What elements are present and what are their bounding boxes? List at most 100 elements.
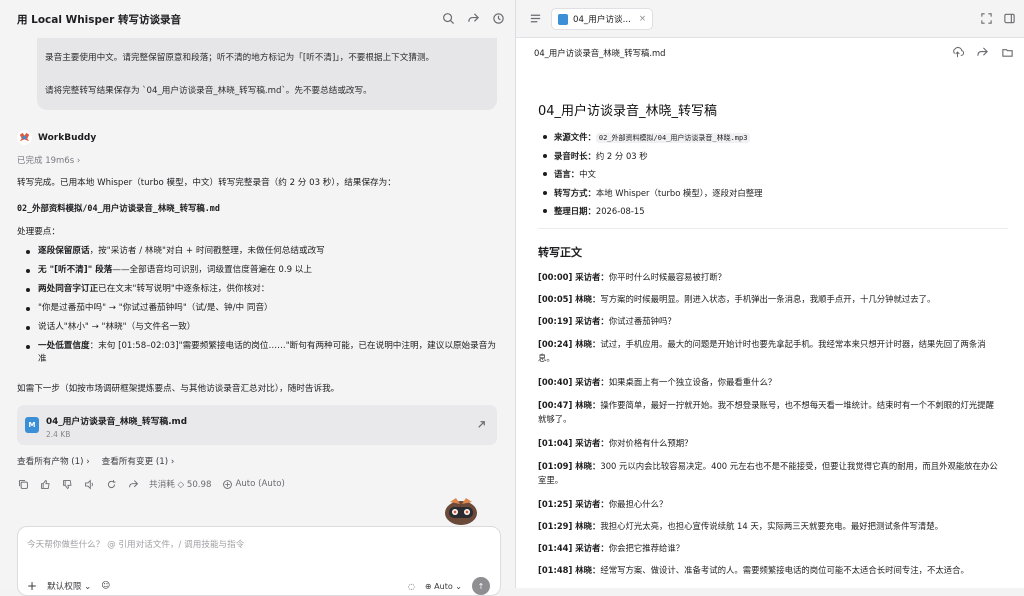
tab-transcript[interactable]: 04_用户访谈... × (551, 8, 654, 30)
user-message: 录音主要使用中文。请完整保留原意和段落；听不清的地方标记为「[听不清]」，不要根… (37, 38, 497, 110)
file-toolbar-actions (951, 46, 1014, 59)
open-external-icon[interactable] (475, 418, 488, 431)
chat-header-actions (442, 12, 505, 25)
saved-file-path: 02_外部资料模拟/04_用户访谈录音_林晓_转写稿.md (17, 203, 220, 213)
speaker: 林晓： (575, 521, 601, 531)
chat-header: 用 Local Whisper 转写访谈录音 (0, 0, 515, 38)
timestamp: [01:29] (538, 521, 576, 531)
points-title: 处理要点： (17, 227, 60, 237)
folder-icon[interactable] (1001, 46, 1014, 59)
divider-line (538, 228, 1008, 229)
view-artifacts-link[interactable]: 查看所有产物 (1) › (17, 455, 90, 467)
meta-value: 02_外部资料模拟/04_用户访谈录音_林晓.mp3 (595, 133, 751, 143)
preview-panel: 04_用户访谈... × 04_用户访谈录音_林晓_转写稿.md 04_用户访谈… (516, 0, 1024, 588)
utterance: 我担心灯光太亮，也担心宣传说续航 14 天，实际两三天就要充电。最好把测试条件写… (600, 521, 943, 531)
utterance: 经常写方案、做设计、准备考试的人。需要频繁接电话的岗位可能不太适合长时间专注，不… (600, 565, 969, 575)
speaker: 林晓： (575, 294, 601, 304)
point-text: ——全部语音均可识别，词级置信度普遍在 0.9 以上 (112, 265, 312, 275)
thumbs-up-icon[interactable] (39, 478, 51, 490)
meta-value: 中文 (579, 169, 596, 179)
meta-item: 转写方式：本地 Whisper（turbo 模型），逐段对白整理 (538, 186, 763, 205)
file-toolbar: 04_用户访谈录音_林晓_转写稿.md (516, 38, 1024, 68)
model-select[interactable]: ⊕ Auto ⌄ (425, 582, 462, 591)
menu-icon[interactable] (529, 12, 542, 25)
add-icon[interactable]: + (27, 579, 37, 593)
utterance: 你对价格有什么预期？ (608, 438, 693, 448)
document-meta: 来源文件： 02_外部资料模拟/04_用户访谈录音_林晓.mp3 录音时长：约 2 … (538, 130, 763, 223)
share-icon[interactable] (127, 478, 139, 490)
message-composer[interactable]: 今天帮你做些什么？ @ 引用对话文件，/ 调用技能与指令 + 默认权限 ⌄ ☺ … (17, 526, 501, 596)
meta-value: 约 2 分 03 秒 (595, 150, 648, 161)
token-cost: 共消耗 ◇ 50.98 (149, 480, 212, 490)
transcript-line: [01:09] 林晓：300 元以内会比较容易决定。400 元左右也不是不能接受… (538, 459, 1000, 487)
utterance: 300 元以内会比较容易决定。400 元左右也不是不能接受，但要让我觉得它真的耐… (538, 461, 998, 485)
transcript-line: [00:05] 林晓：写方案的时候最明显。刚进入状态，手机弹出一条消息，我顺手点… (538, 292, 1000, 306)
copy-icon[interactable] (17, 478, 29, 490)
point-text: 说话人"林小" → "林晓"（与文件名一致） (38, 322, 196, 332)
file-card-size: 2.4 KB (46, 430, 71, 439)
point-text: 已在文末"转写说明"中逐条标注，供你核对： (98, 284, 270, 294)
utterance: 你试过番茄钟吗？ (608, 316, 676, 326)
timestamp: [01:44] (538, 543, 576, 553)
transcript-line: [01:29] 林晓：我担心灯光太亮，也担心宣传说续航 14 天，实际两三天就要… (538, 519, 1000, 533)
section-title: 转写正文 (538, 246, 582, 259)
utterance: 你平时什么时候最容易被打断？ (608, 272, 726, 282)
points-list: 逐段保留原话，按"采访者 / 林晓"对白 + 时间戳整理，未做任何总结或改写无 … (17, 245, 497, 366)
speaker: 林晓： (575, 565, 601, 575)
user-message-line: 录音主要使用中文。请完整保留原意和段落；听不清的地方标记为「[听不清]」，不要根… (45, 53, 435, 63)
meta-label: 来源文件： (554, 132, 596, 142)
upload-icon[interactable] (951, 46, 964, 59)
model-select-label: Auto (434, 581, 453, 591)
transcript-line: [00:24] 林晓：试过，手机应用。最大的问题是开始计时也要先拿起手机。我经常… (538, 337, 1000, 365)
timestamp: [00:47] (538, 400, 576, 410)
speaker-icon[interactable] (83, 478, 95, 490)
permission-mode-label: 默认权限 (47, 582, 82, 592)
timestamp: [01:25] (538, 499, 576, 509)
thumbs-down-icon[interactable] (61, 478, 73, 490)
retry-icon[interactable] (105, 478, 117, 490)
point-text: ，按"采访者 / 林晓"对白 + 时间戳整理，未做任何总结或改写 (89, 246, 325, 256)
document-title: 04_用户访谈录音_林晓_转写稿 (538, 104, 718, 119)
task-status[interactable]: 已完成 19m6s › (17, 154, 80, 166)
markdown-file-icon: M (25, 417, 39, 433)
send-button[interactable]: ↑ (472, 577, 490, 595)
timestamp: [00:00] (538, 272, 576, 282)
user-message-line: 请将完整转写结果保存为 `04_用户访谈录音_林晓_转写稿.md`。先不要总结或… (45, 86, 372, 96)
share-icon[interactable] (467, 12, 480, 25)
view-changes-link[interactable]: 查看所有变更 (1) › (102, 455, 175, 467)
meta-label: 转写方式： (554, 187, 596, 198)
point-item: 一处低置信度：末句 [01:58–02:03]"需要频繁接电话的岗位……"断句有… (17, 340, 497, 366)
emoji-icon[interactable]: ☺ (101, 581, 110, 591)
point-item: 逐段保留原话，按"采访者 / 林晓"对白 + 时间戳整理，未做任何总结或改写 (17, 245, 497, 258)
history-icon[interactable] (492, 12, 505, 25)
sidebar-toggle-icon[interactable] (1003, 12, 1016, 25)
file-card[interactable]: M 04_用户访谈录音_林晓_转写稿.md 2.4 KB (17, 405, 497, 445)
utterance: 写方案的时候最明显。刚进入状态，手机弹出一条消息，我顺手点开，十几分钟就过去了。 (600, 294, 936, 304)
meta-label: 整理日期： (554, 206, 596, 216)
permission-mode-select[interactable]: 默认权限 ⌄ (47, 580, 91, 592)
transcript-line: [01:48] 林晓：经常写方案、做设计、准备考试的人。需要频繁接电话的岗位可能… (538, 563, 1000, 577)
utterance: 你会把它推荐给谁？ (608, 543, 685, 553)
speaker: 采访者： (575, 272, 609, 282)
composer-tools: + 默认权限 ⌄ ☺ (27, 579, 110, 593)
meta-item: 录音时长：约 2 分 03 秒 (538, 149, 763, 168)
utterance: 你最担心什么？ (608, 499, 668, 509)
point-item: "你是过番茄中吗" → "你试过番茄钟吗"（试/是、钟/中 同音） (17, 302, 497, 315)
speaker: 林晓： (575, 400, 601, 410)
meta-item: 整理日期：2026-08-15 (538, 204, 763, 223)
fullscreen-icon[interactable] (980, 12, 993, 25)
transcript-line: [00:47] 林晓：操作要简单，最好一拧就开始。我不想登录账号，也不想每天看一… (538, 398, 1000, 426)
point-bold: 逐段保留原话 (38, 246, 90, 256)
assistant-avatar (17, 130, 32, 145)
search-icon[interactable] (442, 12, 455, 25)
point-bold: 两处同音字订正 (38, 284, 99, 294)
meta-value: 2026-08-15 (595, 206, 645, 216)
close-icon[interactable]: × (639, 14, 646, 24)
point-item: 无 "[听不清]" 段落——全部语音均可识别，词级置信度普遍在 0.9 以上 (17, 264, 497, 277)
chevron-right-icon: › (76, 156, 81, 166)
window-controls (980, 12, 1016, 25)
share-icon[interactable] (976, 46, 989, 59)
points-list-wrapper: 逐段保留原话，按"采访者 / 林晓"对白 + 时间戳整理，未做任何总结或改写无 … (17, 245, 497, 372)
transcript-line: [01:04] 采访者：你对价格有什么预期？ (538, 436, 1000, 450)
model-mode: Auto (Auto) (235, 479, 285, 489)
